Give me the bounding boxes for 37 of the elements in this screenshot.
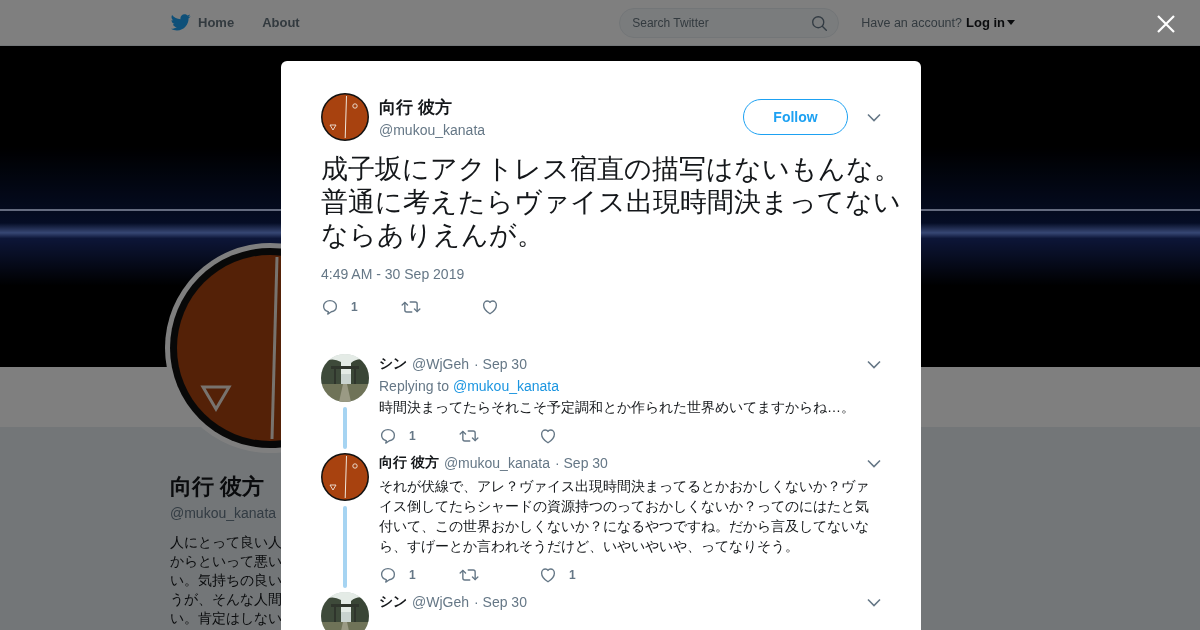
close-icon[interactable] [1157,15,1175,33]
heart-icon[interactable] [539,566,557,584]
profile-handle: @mukou_kanata [170,505,278,521]
user-handle[interactable]: @WjGeh [412,594,469,610]
retweet-icon[interactable] [459,566,479,584]
reply-count: 1 [409,429,416,443]
chevron-down-icon[interactable] [867,597,881,607]
search-field[interactable]: Search Twitter [619,7,840,38]
caret-icon [1007,20,1015,25]
reply-icon[interactable] [379,427,397,445]
bio-text: 人にとって良い人 [170,533,281,552]
heart-icon[interactable] [539,427,557,445]
login-link[interactable]: Log in [966,15,1015,30]
user-name[interactable]: 向行 彼方 [379,454,439,472]
like-count: 1 [569,568,576,582]
reply-date[interactable]: · Sep 30 [474,594,527,610]
reply-icon[interactable] [379,566,397,584]
user-name[interactable]: シン [379,593,407,611]
bio-text: からといって悪い [170,552,281,571]
bio-text: い。肯定はしない [170,609,281,628]
replying-to-label: Replying to [379,378,450,394]
account-prompt: Have an account? [861,15,962,30]
search-icon[interactable] [811,14,829,32]
home-link[interactable]: Home [198,15,235,30]
user-avatar [321,453,369,501]
chevron-down-icon[interactable] [867,458,881,468]
bio-text: うが、そんな人間 [170,590,281,609]
reply-text: それが伏線で、アレ？ヴァイス出現時間決まってるとかおかしくないか？ヴァイス倒してたらシャードの資源持つのっておかしくないか？ってのにはたと気付いて、この世界おかしくないか？になるやつですね。だから言及してないなら、すげーとか言われそうだけど、いやいやいや、ってなりそう。 [379,477,870,556]
reply-count: 1 [409,568,416,582]
profile-name: 向行 彼方 [170,473,266,501]
reply-date[interactable]: · Sep 30 [554,455,608,471]
about-link[interactable]: About [262,15,300,30]
user-handle[interactable]: @mukou_kanata [443,455,550,471]
retweet-icon[interactable] [459,427,479,445]
mention-link[interactable]: @mukou_kanata [452,378,559,394]
reply-text: 時間決まってたらそれこそ予定調和とか作られた世界めいてますからね…。 [379,398,856,417]
bio-text: い。気持ちの良い [170,571,281,590]
